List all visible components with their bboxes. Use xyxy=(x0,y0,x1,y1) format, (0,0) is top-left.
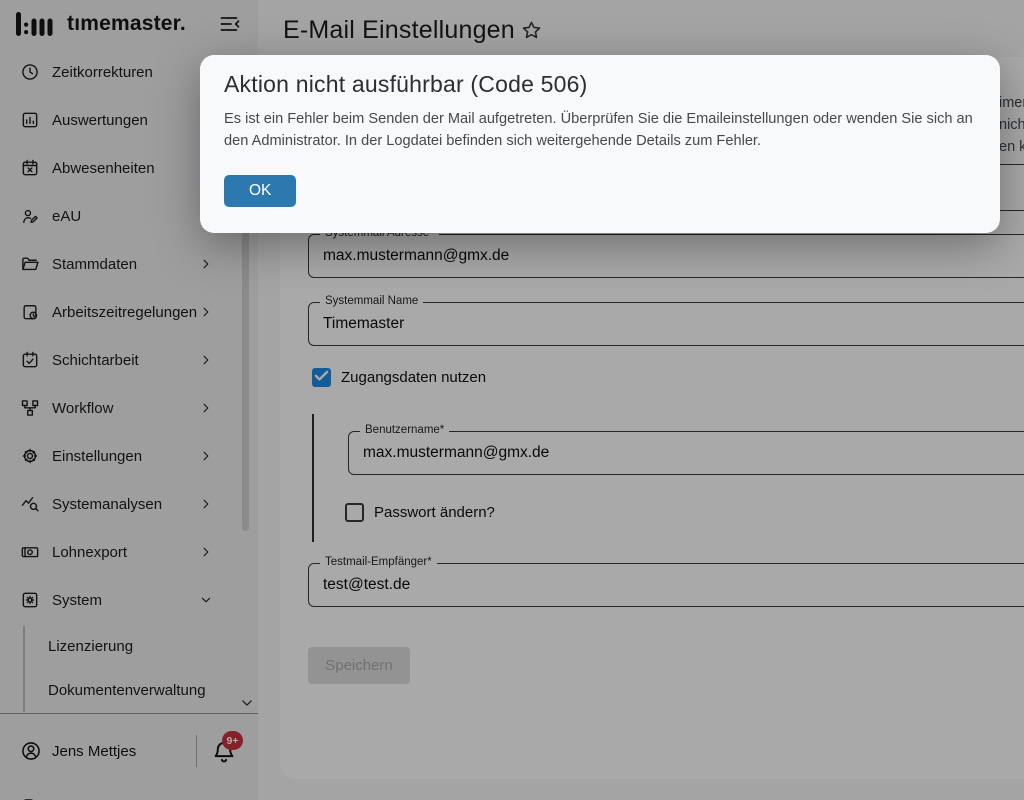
dialog-title: Aktion nicht ausführbar (Code 506) xyxy=(224,71,588,98)
app-root: tımemaster. Zeitkorrekturen Auswertungen… xyxy=(0,0,1024,800)
dialog-message: Es ist ein Fehler beim Senden der Mail a… xyxy=(224,109,982,153)
error-dialog: Aktion nicht ausführbar (Code 506) Es is… xyxy=(200,55,1000,233)
ok-button[interactable]: OK xyxy=(224,175,296,207)
